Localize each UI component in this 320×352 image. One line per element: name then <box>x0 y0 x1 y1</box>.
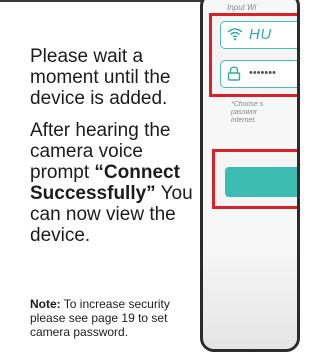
top-divider <box>0 0 212 2</box>
security-note: Note: To increase security please see pa… <box>30 297 202 339</box>
lock-icon <box>227 66 241 86</box>
wifi-password-mask: ••••••• <box>249 67 276 79</box>
wifi-hint-text: *Choose s passwor internet. <box>231 101 297 125</box>
connect-instruction: After hearing the camera voice prompt “C… <box>30 120 200 246</box>
hint-line: *Choose s <box>231 101 264 108</box>
wifi-input-heading: Input Wi <box>227 3 257 12</box>
wifi-icon <box>227 27 243 46</box>
hint-line: internet. <box>231 117 257 124</box>
wifi-password-field[interactable]: ••••••• <box>220 60 297 88</box>
next-button-highlight <box>212 149 297 209</box>
wait-instruction: Please wait a moment until the device is… <box>30 46 171 109</box>
wifi-credentials-highlight: HU ••••••• <box>209 13 297 97</box>
hint-line: passwor <box>231 109 258 116</box>
phone-screenshot: Input Wi HU ••••••• *Choose s passwor in… <box>200 0 300 352</box>
next-button[interactable] <box>225 167 297 197</box>
instruction-text-column: Please wait a moment until the device is… <box>30 46 200 246</box>
note-label: Note: <box>30 297 61 311</box>
wifi-ssid-value: HU <box>249 26 272 43</box>
phone-bottom-shade <box>203 245 297 349</box>
wifi-ssid-field[interactable]: HU <box>220 21 297 49</box>
